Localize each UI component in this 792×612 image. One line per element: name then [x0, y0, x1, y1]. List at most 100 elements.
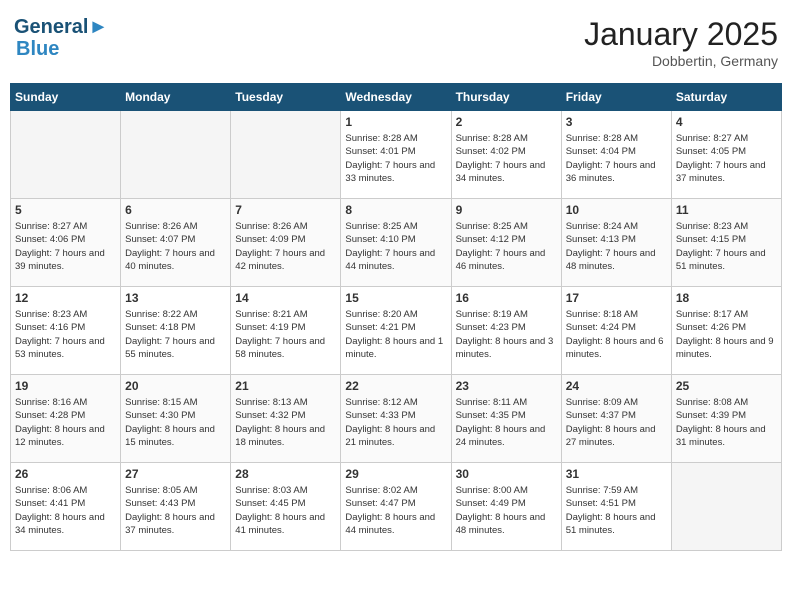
day-number: 26 [15, 467, 116, 481]
cell-content: Sunrise: 8:09 AM Sunset: 4:37 PM Dayligh… [566, 396, 667, 449]
calendar-cell: 17 Sunrise: 8:18 AM Sunset: 4:24 PM Dayl… [561, 287, 671, 375]
day-number: 22 [345, 379, 446, 393]
day-number: 1 [345, 115, 446, 129]
cell-content: Sunrise: 8:25 AM Sunset: 4:10 PM Dayligh… [345, 220, 446, 273]
calendar-cell: 8 Sunrise: 8:25 AM Sunset: 4:10 PM Dayli… [341, 199, 451, 287]
day-number: 12 [15, 291, 116, 305]
calendar-cell: 26 Sunrise: 8:06 AM Sunset: 4:41 PM Dayl… [11, 463, 121, 551]
day-number: 7 [235, 203, 336, 217]
calendar-cell: 23 Sunrise: 8:11 AM Sunset: 4:35 PM Dayl… [451, 375, 561, 463]
calendar-cell: 25 Sunrise: 8:08 AM Sunset: 4:39 PM Dayl… [671, 375, 781, 463]
calendar-cell: 19 Sunrise: 8:16 AM Sunset: 4:28 PM Dayl… [11, 375, 121, 463]
calendar-cell: 20 Sunrise: 8:15 AM Sunset: 4:30 PM Dayl… [121, 375, 231, 463]
weekday-header-cell: Monday [121, 84, 231, 111]
cell-content: Sunrise: 8:28 AM Sunset: 4:04 PM Dayligh… [566, 132, 667, 185]
weekday-header-cell: Thursday [451, 84, 561, 111]
month-title: January 2025 [584, 16, 778, 53]
day-number: 10 [566, 203, 667, 217]
calendar-week-row: 19 Sunrise: 8:16 AM Sunset: 4:28 PM Dayl… [11, 375, 782, 463]
day-number: 4 [676, 115, 777, 129]
calendar-cell [671, 463, 781, 551]
calendar-cell: 12 Sunrise: 8:23 AM Sunset: 4:16 PM Dayl… [11, 287, 121, 375]
calendar-cell: 9 Sunrise: 8:25 AM Sunset: 4:12 PM Dayli… [451, 199, 561, 287]
calendar-cell: 16 Sunrise: 8:19 AM Sunset: 4:23 PM Dayl… [451, 287, 561, 375]
cell-content: Sunrise: 8:13 AM Sunset: 4:32 PM Dayligh… [235, 396, 336, 449]
cell-content: Sunrise: 8:06 AM Sunset: 4:41 PM Dayligh… [15, 484, 116, 537]
cell-content: Sunrise: 8:03 AM Sunset: 4:45 PM Dayligh… [235, 484, 336, 537]
day-number: 2 [456, 115, 557, 129]
calendar-cell: 11 Sunrise: 8:23 AM Sunset: 4:15 PM Dayl… [671, 199, 781, 287]
calendar-week-row: 1 Sunrise: 8:28 AM Sunset: 4:01 PM Dayli… [11, 111, 782, 199]
calendar-cell: 13 Sunrise: 8:22 AM Sunset: 4:18 PM Dayl… [121, 287, 231, 375]
calendar-cell: 29 Sunrise: 8:02 AM Sunset: 4:47 PM Dayl… [341, 463, 451, 551]
day-number: 17 [566, 291, 667, 305]
day-number: 9 [456, 203, 557, 217]
calendar-cell: 27 Sunrise: 8:05 AM Sunset: 4:43 PM Dayl… [121, 463, 231, 551]
calendar-cell: 4 Sunrise: 8:27 AM Sunset: 4:05 PM Dayli… [671, 111, 781, 199]
cell-content: Sunrise: 8:22 AM Sunset: 4:18 PM Dayligh… [125, 308, 226, 361]
calendar-cell: 24 Sunrise: 8:09 AM Sunset: 4:37 PM Dayl… [561, 375, 671, 463]
calendar-cell [121, 111, 231, 199]
calendar-body: 1 Sunrise: 8:28 AM Sunset: 4:01 PM Dayli… [11, 111, 782, 551]
calendar-week-row: 5 Sunrise: 8:27 AM Sunset: 4:06 PM Dayli… [11, 199, 782, 287]
title-area: January 2025 Dobbertin, Germany [584, 16, 778, 69]
weekday-header-cell: Friday [561, 84, 671, 111]
cell-content: Sunrise: 8:27 AM Sunset: 4:05 PM Dayligh… [676, 132, 777, 185]
cell-content: Sunrise: 8:21 AM Sunset: 4:19 PM Dayligh… [235, 308, 336, 361]
calendar-cell: 21 Sunrise: 8:13 AM Sunset: 4:32 PM Dayl… [231, 375, 341, 463]
cell-content: Sunrise: 8:18 AM Sunset: 4:24 PM Dayligh… [566, 308, 667, 361]
logo: General► Blue [14, 16, 108, 60]
calendar-cell: 5 Sunrise: 8:27 AM Sunset: 4:06 PM Dayli… [11, 199, 121, 287]
day-number: 24 [566, 379, 667, 393]
calendar-cell: 10 Sunrise: 8:24 AM Sunset: 4:13 PM Dayl… [561, 199, 671, 287]
calendar-cell: 22 Sunrise: 8:12 AM Sunset: 4:33 PM Dayl… [341, 375, 451, 463]
calendar-table: SundayMondayTuesdayWednesdayThursdayFrid… [10, 83, 782, 551]
calendar-cell: 14 Sunrise: 8:21 AM Sunset: 4:19 PM Dayl… [231, 287, 341, 375]
day-number: 28 [235, 467, 336, 481]
cell-content: Sunrise: 8:28 AM Sunset: 4:01 PM Dayligh… [345, 132, 446, 185]
logo-text: General► [14, 16, 108, 38]
day-number: 23 [456, 379, 557, 393]
weekday-header-cell: Sunday [11, 84, 121, 111]
cell-content: Sunrise: 8:11 AM Sunset: 4:35 PM Dayligh… [456, 396, 557, 449]
day-number: 5 [15, 203, 116, 217]
cell-content: Sunrise: 8:25 AM Sunset: 4:12 PM Dayligh… [456, 220, 557, 273]
cell-content: Sunrise: 8:15 AM Sunset: 4:30 PM Dayligh… [125, 396, 226, 449]
day-number: 11 [676, 203, 777, 217]
day-number: 8 [345, 203, 446, 217]
location: Dobbertin, Germany [584, 53, 778, 69]
cell-content: Sunrise: 8:27 AM Sunset: 4:06 PM Dayligh… [15, 220, 116, 273]
day-number: 20 [125, 379, 226, 393]
calendar-cell: 15 Sunrise: 8:20 AM Sunset: 4:21 PM Dayl… [341, 287, 451, 375]
weekday-header-cell: Saturday [671, 84, 781, 111]
cell-content: Sunrise: 7:59 AM Sunset: 4:51 PM Dayligh… [566, 484, 667, 537]
calendar-cell [231, 111, 341, 199]
calendar-week-row: 12 Sunrise: 8:23 AM Sunset: 4:16 PM Dayl… [11, 287, 782, 375]
weekday-header-row: SundayMondayTuesdayWednesdayThursdayFrid… [11, 84, 782, 111]
calendar-cell: 18 Sunrise: 8:17 AM Sunset: 4:26 PM Dayl… [671, 287, 781, 375]
cell-content: Sunrise: 8:16 AM Sunset: 4:28 PM Dayligh… [15, 396, 116, 449]
day-number: 29 [345, 467, 446, 481]
cell-content: Sunrise: 8:00 AM Sunset: 4:49 PM Dayligh… [456, 484, 557, 537]
day-number: 30 [456, 467, 557, 481]
calendar-cell: 2 Sunrise: 8:28 AM Sunset: 4:02 PM Dayli… [451, 111, 561, 199]
day-number: 14 [235, 291, 336, 305]
day-number: 31 [566, 467, 667, 481]
cell-content: Sunrise: 8:23 AM Sunset: 4:16 PM Dayligh… [15, 308, 116, 361]
day-number: 15 [345, 291, 446, 305]
calendar-cell: 31 Sunrise: 7:59 AM Sunset: 4:51 PM Dayl… [561, 463, 671, 551]
cell-content: Sunrise: 8:05 AM Sunset: 4:43 PM Dayligh… [125, 484, 226, 537]
calendar-cell: 7 Sunrise: 8:26 AM Sunset: 4:09 PM Dayli… [231, 199, 341, 287]
weekday-header-cell: Wednesday [341, 84, 451, 111]
day-number: 27 [125, 467, 226, 481]
cell-content: Sunrise: 8:26 AM Sunset: 4:07 PM Dayligh… [125, 220, 226, 273]
cell-content: Sunrise: 8:26 AM Sunset: 4:09 PM Dayligh… [235, 220, 336, 273]
day-number: 3 [566, 115, 667, 129]
day-number: 19 [15, 379, 116, 393]
calendar-cell: 6 Sunrise: 8:26 AM Sunset: 4:07 PM Dayli… [121, 199, 231, 287]
cell-content: Sunrise: 8:02 AM Sunset: 4:47 PM Dayligh… [345, 484, 446, 537]
cell-content: Sunrise: 8:24 AM Sunset: 4:13 PM Dayligh… [566, 220, 667, 273]
calendar-cell: 30 Sunrise: 8:00 AM Sunset: 4:49 PM Dayl… [451, 463, 561, 551]
day-number: 16 [456, 291, 557, 305]
day-number: 6 [125, 203, 226, 217]
